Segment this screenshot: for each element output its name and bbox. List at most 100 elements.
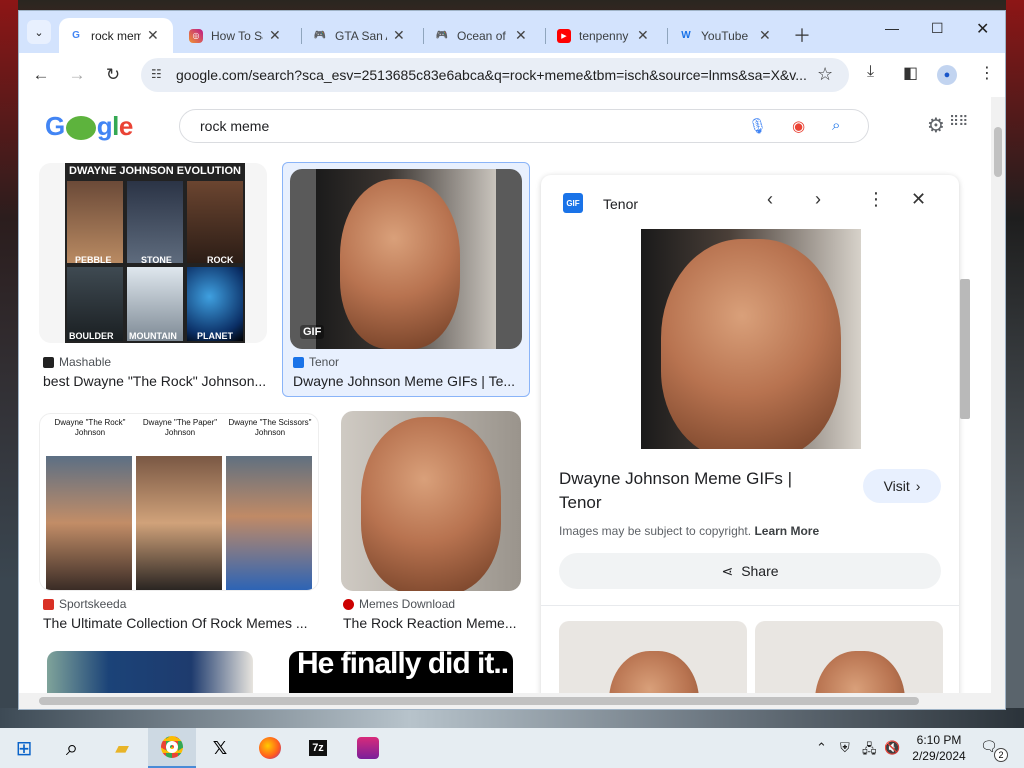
chevron-down-icon: ⌄: [34, 26, 44, 39]
related-image[interactable]: [755, 621, 943, 693]
firefox-button[interactable]: [246, 728, 294, 768]
close-icon[interactable]: ✕: [147, 27, 159, 44]
thumb-label: Dwayne "The Rock" Johnson: [54, 418, 126, 437]
mashable-icon: [43, 356, 54, 368]
previous-image-button[interactable]: ‹: [767, 189, 773, 210]
file-explorer-button[interactable]: ▰: [98, 728, 146, 768]
tab-rock-meme[interactable]: G rock meme ✕: [59, 18, 173, 53]
thumb-caption: DWAYNE JOHNSON EVOLUTION: [69, 165, 241, 177]
maximize-button[interactable]: ☐: [931, 20, 944, 37]
7zip-button[interactable]: 7z: [294, 728, 342, 768]
bookmark-star-icon[interactable]: ☆: [817, 64, 833, 85]
site-info-icon[interactable]: ☷: [151, 67, 162, 81]
minimize-button[interactable]: —: [885, 20, 899, 36]
share-button[interactable]: ⋖ Share: [559, 553, 941, 589]
profile-avatar[interactable]: ●: [937, 65, 957, 85]
visit-button[interactable]: Visit ›: [863, 469, 941, 503]
tab-title: rock meme: [91, 28, 141, 43]
search-input[interactable]: rock meme: [200, 118, 269, 134]
vertical-scrollbar[interactable]: [991, 97, 1005, 693]
result-source[interactable]: Mashable: [43, 355, 111, 369]
settings-gear-icon[interactable]: ⚙: [927, 113, 945, 138]
next-image-button[interactable]: ›: [815, 189, 821, 210]
panel-scrollbar[interactable]: [957, 267, 971, 693]
result-title[interactable]: Dwayne Johnson Meme GIFs | Te...: [293, 373, 521, 389]
network-tray-icon[interactable]: 🖧: [862, 740, 877, 762]
taskbar-clock[interactable]: 6:10 PM 2/29/2024: [908, 732, 970, 764]
result-title[interactable]: The Ultimate Collection Of Rock Memes ..…: [43, 615, 319, 631]
app-icon: [357, 737, 379, 759]
result-thumbnail[interactable]: [47, 651, 253, 693]
result-source[interactable]: Tenor: [293, 355, 339, 369]
google-icon: G: [72, 30, 80, 41]
more-options-button[interactable]: ⋮: [867, 189, 885, 210]
microphone-icon[interactable]: 🎙: [748, 117, 767, 135]
security-tray-icon[interactable]: ⛨: [840, 740, 850, 756]
search-icon[interactable]: ⌕: [832, 117, 840, 134]
tab-tenpenny[interactable]: ▶ tenpenny ✕: [547, 18, 665, 53]
result-thumbnail[interactable]: [341, 411, 521, 591]
vertical-scroll-thumb[interactable]: [994, 127, 1002, 177]
maximize-icon: ☐: [931, 20, 944, 36]
panel-source[interactable]: Tenor: [603, 196, 638, 212]
related-image[interactable]: [559, 621, 747, 693]
window-close-button[interactable]: ✕: [976, 19, 989, 39]
side-panel-icon: ◧: [903, 65, 919, 82]
forward-button[interactable]: →: [65, 63, 89, 87]
tab-youtube[interactable]: W YouTube ✕: [669, 18, 787, 53]
google-logo[interactable]: Ggle: [45, 111, 133, 142]
tab-how-to-save[interactable]: ◎ How To Save ✕: [179, 18, 297, 53]
close-icon[interactable]: ✕: [393, 27, 405, 44]
gif-badge: GIF: [300, 325, 325, 339]
preview-title[interactable]: Dwayne Johnson Meme GIFs | Tenor: [559, 467, 829, 515]
result-thumbnail[interactable]: He finally did it..: [289, 651, 513, 693]
result-title[interactable]: The Rock Reaction Meme...: [343, 615, 519, 631]
downloads-button[interactable]: ⤓: [867, 63, 874, 81]
search-taskbar-button[interactable]: ⌕: [48, 728, 96, 768]
back-button[interactable]: ←: [29, 63, 53, 87]
search-box[interactable]: rock meme 🎙 ◉ ⌕: [179, 109, 869, 143]
lens-icon[interactable]: ◉: [792, 117, 805, 135]
horizontal-scrollbar[interactable]: [19, 693, 1005, 709]
result-title[interactable]: best Dwayne "The Rock" Johnson...: [43, 373, 271, 389]
close-icon[interactable]: ✕: [515, 27, 527, 44]
close-panel-button[interactable]: ✕: [911, 189, 926, 210]
result-thumbnail[interactable]: GIF: [290, 169, 522, 349]
close-icon[interactable]: ✕: [759, 27, 771, 44]
reload-button[interactable]: ↻: [101, 63, 125, 87]
more-vertical-icon: ⋮: [979, 65, 995, 82]
tab-separator: [423, 28, 424, 44]
result-source[interactable]: Sportskeeda: [43, 597, 126, 611]
panel-divider: [541, 605, 959, 606]
panel-scroll-thumb[interactable]: [960, 279, 970, 419]
app-button[interactable]: [344, 728, 392, 768]
volume-tray-icon[interactable]: 🔇: [884, 740, 900, 756]
x-logo-icon: 𝕏: [212, 737, 228, 758]
browser-menu-button[interactable]: ⋮: [979, 63, 995, 83]
tab-search-button[interactable]: ⌄: [27, 20, 51, 44]
start-button[interactable]: ⊞: [0, 728, 48, 768]
show-hidden-icons[interactable]: ⌃: [816, 740, 827, 756]
address-bar[interactable]: ☷ google.com/search?sca_esv=2513685c83e6…: [141, 58, 849, 92]
close-icon[interactable]: ✕: [269, 27, 281, 44]
chrome-taskbar-button[interactable]: [148, 728, 196, 768]
tab-ocean-of-games[interactable]: 🎮 Ocean of Games ✕: [425, 18, 543, 53]
url-text[interactable]: google.com/search?sca_esv=2513685c83e6ab…: [176, 67, 806, 83]
chevron-right-icon: ›: [915, 478, 921, 494]
learn-more-link[interactable]: Learn More: [754, 524, 819, 538]
tab-gta-san-andreas[interactable]: 🎮 GTA San Andreas ✕: [303, 18, 421, 53]
horizontal-scroll-thumb[interactable]: [39, 697, 919, 705]
shield-icon: ⛨: [840, 740, 850, 755]
new-tab-button[interactable]: ＋: [793, 22, 811, 48]
result-thumbnail[interactable]: Dwayne "The Rock" Johnson Dwayne "The Pa…: [39, 413, 319, 591]
result-source[interactable]: Memes Download: [343, 597, 455, 611]
network-icon: 🖧: [862, 741, 877, 756]
instagram-icon: ◎: [189, 28, 203, 43]
result-thumbnail[interactable]: DWAYNE JOHNSON EVOLUTION PEBBLE STONE RO…: [39, 163, 267, 343]
x-app-button[interactable]: 𝕏: [196, 728, 244, 768]
preview-image[interactable]: [641, 229, 861, 449]
thumb-label: ROCK: [207, 255, 234, 265]
apps-grid-icon[interactable]: ⠿⠿: [949, 113, 968, 130]
side-panel-button[interactable]: ◧: [903, 63, 918, 83]
close-icon[interactable]: ✕: [637, 27, 649, 44]
